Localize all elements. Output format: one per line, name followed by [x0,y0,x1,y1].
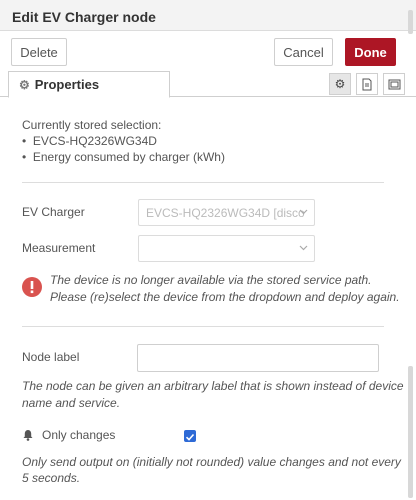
measurement-select[interactable] [138,235,315,262]
chevron-down-icon [299,245,308,251]
ev-charger-select[interactable]: EVCS-HQ2326WG34D [disco [138,199,315,226]
document-icon [362,78,372,90]
description-tab-button[interactable] [356,73,378,95]
settings-tab-button[interactable]: ⚙ [329,73,351,95]
only-changes-help-line-2: 5 seconds. [22,471,81,485]
node-appearance-icon [388,79,400,89]
only-changes-checkbox[interactable] [184,430,196,442]
gear-icon: ⚙ [334,77,346,91]
stored-heading: Currently stored selection: [22,118,162,132]
node-label-help-line-2: name and service. [22,396,121,410]
divider [22,182,384,183]
stored-item: • EVCS-HQ2326WG34D [22,134,157,148]
tab-properties-label: Properties [34,77,100,92]
only-changes-help-line-1: Only send output on (initially not round… [22,455,401,469]
error-message-line-1: The device is no longer available via th… [50,273,372,287]
scrollbar-thumb[interactable] [408,366,413,498]
bell-icon [23,430,33,441]
stored-item: • Energy consumed by charger (kWh) [22,150,225,164]
appearance-tab-button[interactable] [383,73,405,95]
tray-header: Edit EV Charger node [0,0,416,31]
node-label-label: Node label [22,350,80,364]
delete-button[interactable]: Delete [11,38,67,66]
divider [22,326,384,327]
gear-icon: ⚙ [19,77,30,92]
scrollbar-thumb[interactable] [408,10,413,34]
only-changes-label: Only changes [42,428,116,442]
ev-charger-label: EV Charger [22,205,85,219]
error-icon [22,277,42,297]
chevron-down-icon [299,209,308,215]
node-label-help-line-1: The node can be given an arbitrary label… [22,379,404,393]
done-button[interactable]: Done [345,38,396,66]
error-message-line-2: Please (re)select the device from the dr… [50,290,400,304]
ev-charger-value: EVCS-HQ2326WG34D [disco [146,206,305,220]
node-label-input[interactable] [137,344,379,372]
measurement-label: Measurement [22,241,96,255]
tray-title: Edit EV Charger node [12,9,156,25]
tab-properties[interactable]: ⚙ Properties [8,71,170,98]
checkmark-icon [185,433,195,441]
cancel-button[interactable]: Cancel [274,38,333,66]
